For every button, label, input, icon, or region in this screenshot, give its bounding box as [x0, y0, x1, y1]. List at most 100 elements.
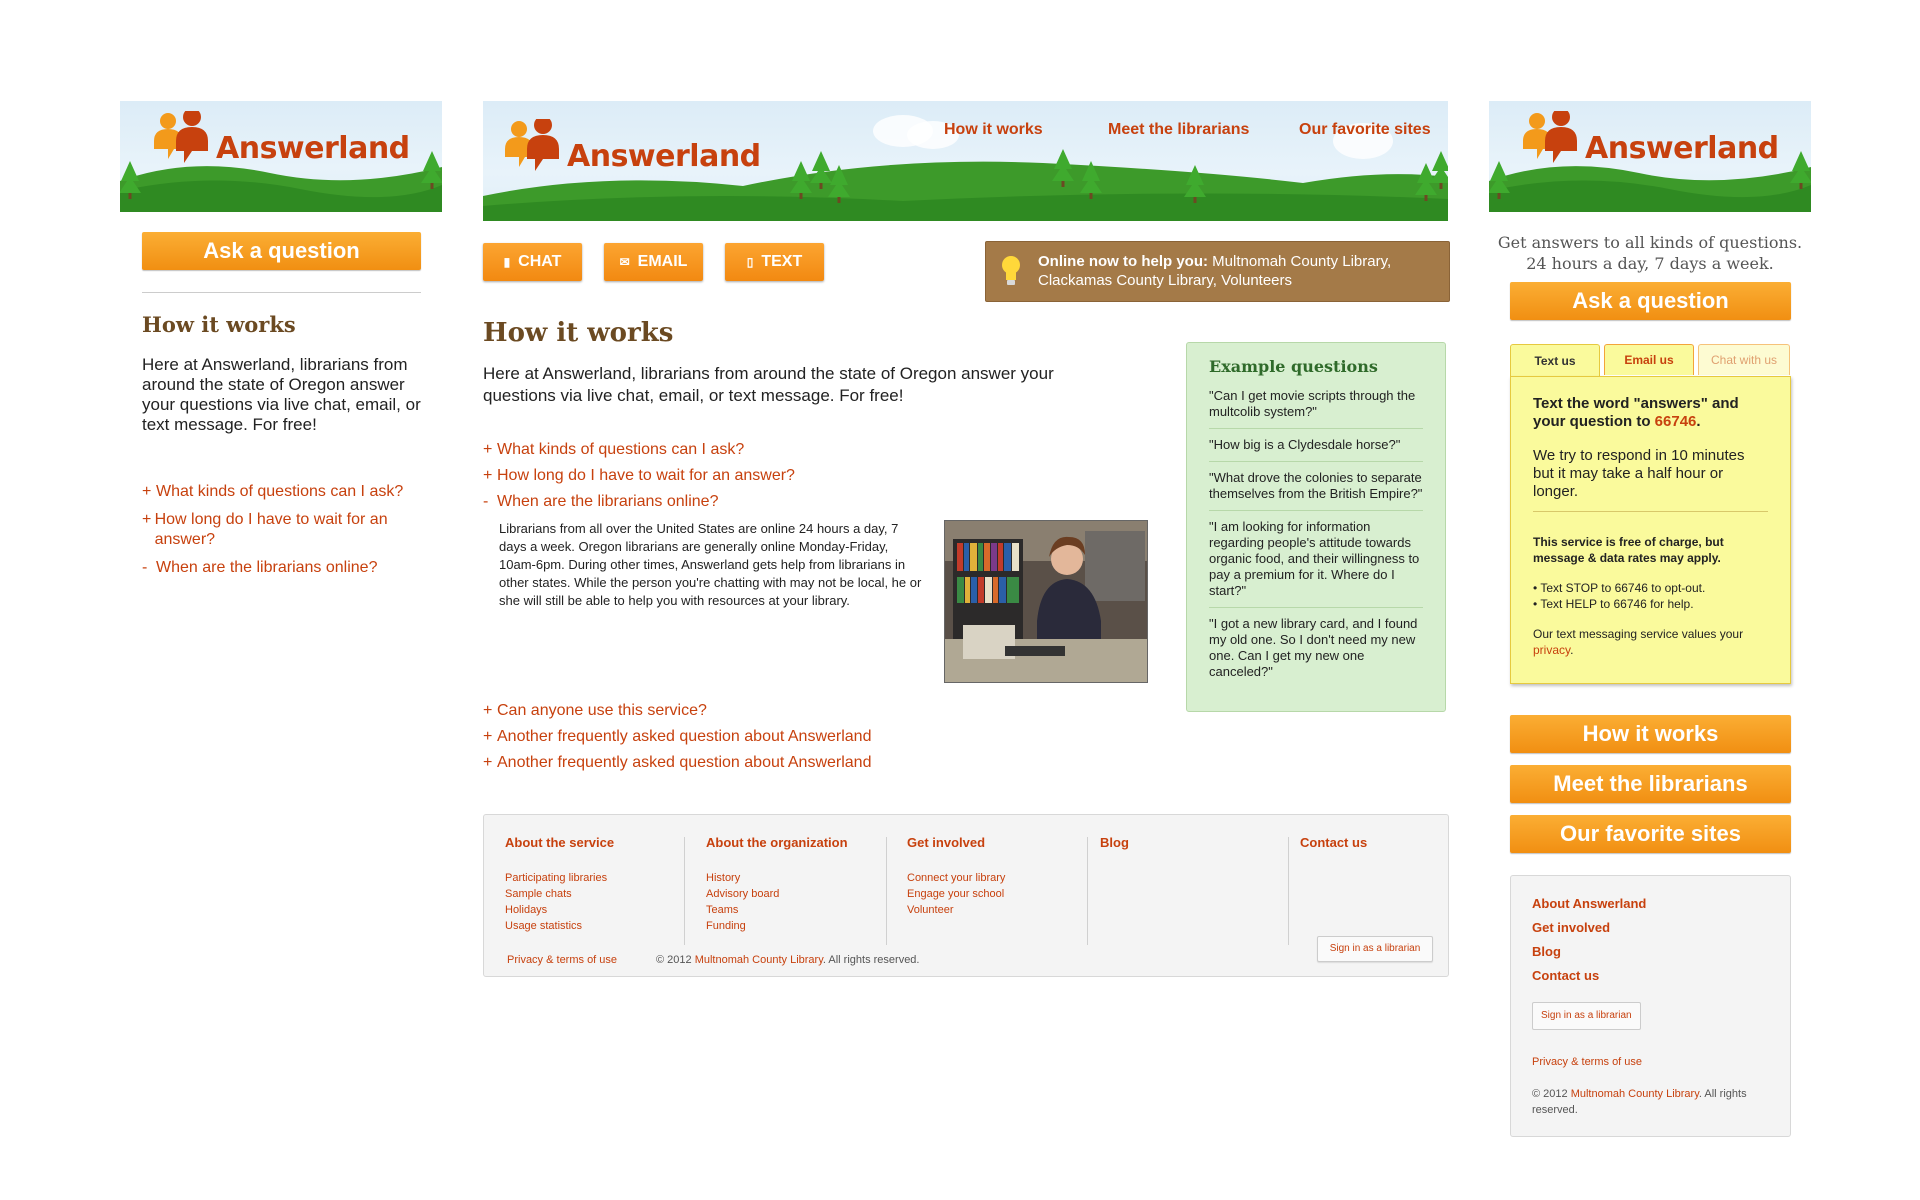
- online-label: Online now to help you:: [1038, 253, 1208, 270]
- privacy-link[interactable]: privacy: [1533, 643, 1570, 657]
- privacy-link[interactable]: Privacy & terms of use: [507, 952, 617, 968]
- faq-item[interactable]: + What kinds of questions can I ask?: [483, 437, 1143, 463]
- footer-column-title[interactable]: Get involved: [907, 835, 1087, 850]
- phone-icon: ▯: [746, 255, 754, 269]
- button-label: TEXT: [761, 253, 803, 270]
- footer-link[interactable]: History: [706, 870, 886, 886]
- email-button[interactable]: ✉ EMAIL: [604, 243, 703, 281]
- response-time-text: We try to respond in 10 minutes but it m…: [1533, 447, 1768, 512]
- footer-link[interactable]: Engage your school: [907, 886, 1087, 902]
- nav-our-favorite-sites[interactable]: Our favorite sites: [1299, 121, 1431, 139]
- brand-name: Answerland: [216, 130, 410, 166]
- brand-name: Answerland: [1585, 130, 1779, 166]
- faq-list: + What kinds of questions can I ask? + How…: [142, 482, 422, 578]
- faq-list: + Can anyone use this service? + Another f…: [483, 698, 1143, 776]
- right-banner: Answerland: [1489, 101, 1811, 212]
- footer-link[interactable]: Connect your library: [907, 870, 1087, 886]
- text-button[interactable]: ▯ TEXT: [725, 243, 824, 281]
- brand-logo[interactable]: Answerland: [503, 119, 761, 175]
- text-us-panel: Text the word "answers" and your questio…: [1510, 376, 1791, 684]
- ask-question-button[interactable]: Ask a question: [142, 232, 421, 270]
- faq-question: Another frequently asked question about …: [497, 728, 872, 745]
- faq-item[interactable]: + Another frequently asked question about…: [483, 750, 1143, 776]
- faq-item[interactable]: + What kinds of questions can I ask?: [142, 482, 422, 502]
- tab-chat-with-us[interactable]: Chat with us: [1698, 344, 1790, 375]
- meet-the-librarians-button[interactable]: Meet the librarians: [1510, 765, 1791, 803]
- faq-item[interactable]: + Can anyone use this service?: [483, 698, 1143, 724]
- ask-question-button[interactable]: Ask a question: [1510, 282, 1791, 320]
- faq-item-expanded[interactable]: - When are the librarians online?: [483, 489, 1143, 515]
- page-title: How it works: [483, 318, 674, 348]
- intro-text: Here at Answerland, librarians from arou…: [483, 364, 1054, 405]
- faq-sign: +: [142, 483, 152, 500]
- sign-in-librarian-button[interactable]: Sign in as a librarian: [1532, 1002, 1641, 1030]
- faq-sign: -: [142, 559, 148, 576]
- chat-button[interactable]: ▮ CHAT: [483, 243, 582, 281]
- footer-link[interactable]: Funding: [706, 918, 886, 934]
- privacy-link[interactable]: Privacy & terms of use: [1532, 1056, 1769, 1068]
- faq-sign: +: [483, 728, 493, 745]
- button-label: CHAT: [518, 253, 562, 270]
- copyright-org-link[interactable]: Multnomah County Library: [695, 954, 823, 966]
- tab-email-us[interactable]: Email us: [1604, 344, 1694, 375]
- footer-link[interactable]: Contact us: [1532, 964, 1769, 988]
- footer-link[interactable]: Volunteer: [907, 902, 1087, 918]
- faq-sign: +: [142, 511, 152, 528]
- tab-text-us[interactable]: Text us: [1510, 344, 1600, 377]
- copyright-year: © 2012: [1532, 1088, 1568, 1100]
- footer-divider: [1087, 837, 1088, 945]
- divider: [142, 292, 421, 293]
- faq-item[interactable]: + Another frequently asked question about…: [483, 724, 1143, 750]
- footer-link[interactable]: Get involved: [1532, 916, 1769, 940]
- faq-answer: Librarians from all over the United Stat…: [499, 521, 922, 608]
- tagline: Get answers to all kinds of questions. 2…: [1489, 232, 1811, 274]
- faq-sign: -: [483, 493, 489, 510]
- section-heading: How it works: [142, 312, 296, 337]
- copyright: © 2012 Multnomah County Library. All rig…: [1532, 1086, 1769, 1118]
- footer-column-title[interactable]: Contact us: [1300, 835, 1440, 850]
- footer-link[interactable]: Holidays: [505, 902, 685, 918]
- footer-link[interactable]: Usage statistics: [505, 918, 685, 934]
- footer-divider: [886, 837, 887, 945]
- footer-link[interactable]: Participating libraries: [505, 870, 685, 886]
- example-questions-panel: Example questions "Can I get movie scrip…: [1186, 342, 1446, 712]
- faq-question: How long do I have to wait for an answer…: [154, 511, 388, 548]
- copyright-org-link[interactable]: Multnomah County Library: [1571, 1088, 1699, 1100]
- brand-logo[interactable]: Answerland: [152, 111, 410, 167]
- how-it-works-button[interactable]: How it works: [1510, 715, 1791, 753]
- chat-bubble-icon: ▮: [503, 255, 511, 269]
- footer-column-title[interactable]: About the service: [505, 835, 685, 850]
- sign-in-librarian-button[interactable]: Sign in as a librarian: [1317, 936, 1433, 962]
- our-favorite-sites-button[interactable]: Our favorite sites: [1510, 815, 1791, 853]
- brand-logo[interactable]: Answerland: [1521, 111, 1779, 167]
- footer-column: Get involved Connect your library Engage…: [907, 835, 1087, 918]
- heading-text: Text the word "answers" and your questio…: [1533, 395, 1739, 430]
- lightbulb-icon: [1000, 254, 1022, 293]
- footer-column-title[interactable]: Blog: [1100, 835, 1280, 850]
- footer-link[interactable]: Teams: [706, 902, 886, 918]
- footer-column: Blog: [1100, 835, 1280, 850]
- footer-link[interactable]: Advisory board: [706, 886, 886, 902]
- privacy-statement: Our text messaging service values your p…: [1533, 626, 1768, 658]
- example-questions-title: Example questions: [1209, 357, 1378, 376]
- faq-sign: +: [483, 754, 493, 771]
- copyright-year: © 2012: [656, 954, 692, 966]
- faq-item[interactable]: + How long do I have to wait for an answe…: [483, 463, 1143, 489]
- faq-question: What kinds of questions can I ask?: [156, 483, 404, 500]
- main-banner: Answerland How it works Meet the librari…: [483, 101, 1448, 221]
- contact-tabs: Text us Email us Chat with us: [1510, 344, 1791, 377]
- nav-meet-the-librarians[interactable]: Meet the librarians: [1108, 121, 1249, 139]
- faq-item[interactable]: + How long do I have to wait for an answe…: [142, 510, 422, 550]
- example-question: "Can I get movie scripts through the mul…: [1209, 388, 1423, 429]
- footer-link[interactable]: Sample chats: [505, 886, 685, 902]
- footer-link[interactable]: Blog: [1532, 940, 1769, 964]
- faq-item[interactable]: - When are the librarians online?: [142, 558, 422, 578]
- footer-column-title[interactable]: About the organization: [706, 835, 886, 850]
- tagline-line: 24 hours a day, 7 days a week.: [1526, 254, 1774, 273]
- privacy-text: Our text messaging service values your: [1533, 627, 1744, 641]
- example-question: "I am looking for information regarding …: [1209, 519, 1423, 608]
- nav-how-it-works[interactable]: How it works: [944, 121, 1043, 139]
- footer-link[interactable]: About Answerland: [1532, 892, 1769, 916]
- faq-question: Another frequently asked question about …: [497, 754, 872, 771]
- librarian-photo: [944, 520, 1148, 683]
